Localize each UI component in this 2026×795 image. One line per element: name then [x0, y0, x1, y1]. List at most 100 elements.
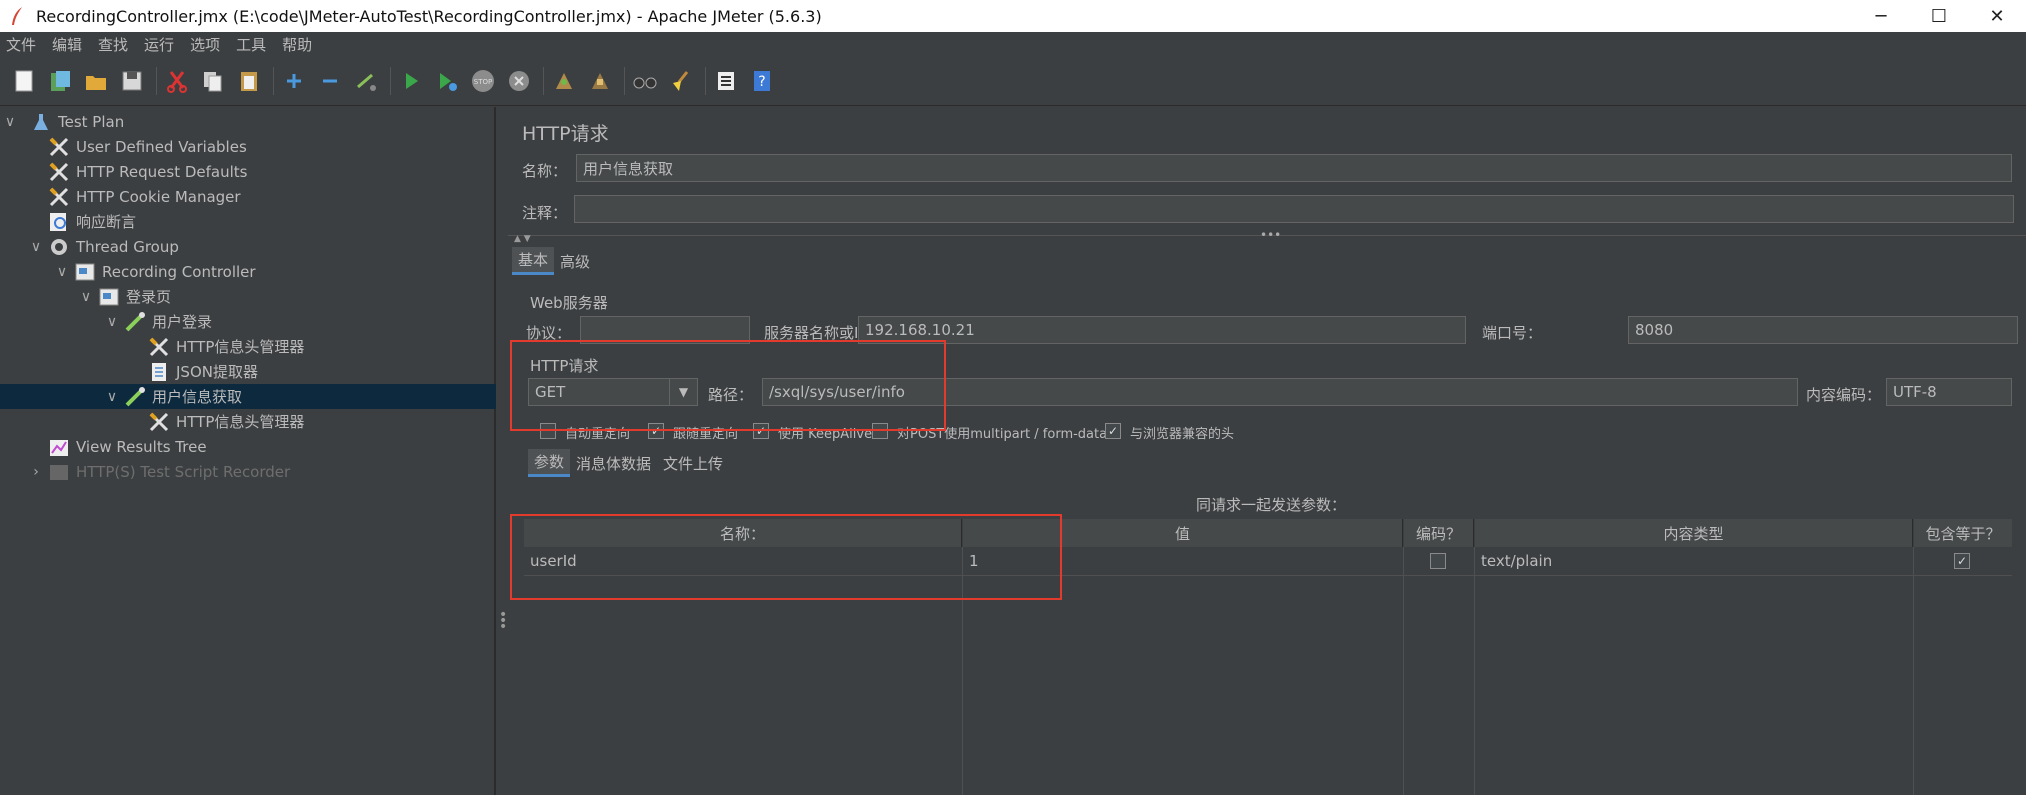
clear-icon[interactable]	[550, 67, 578, 95]
column-divider	[1474, 547, 1475, 795]
name-field[interactable]: 用户信息获取	[576, 154, 2012, 182]
tree-node-header-manager-1[interactable]: HTTP信息头管理器	[0, 334, 496, 359]
recorder-icon	[48, 461, 70, 483]
menu-run[interactable]: 运行	[144, 34, 174, 55]
stop-icon[interactable]: STOP	[469, 67, 497, 95]
cut-icon[interactable]	[163, 67, 191, 95]
controller-icon	[74, 261, 96, 283]
tree-node-user-defined-variables[interactable]: User Defined Variables	[0, 134, 496, 159]
search-binoculars-icon[interactable]	[631, 67, 659, 95]
page-title: HTTP请求	[522, 123, 609, 145]
paste-icon[interactable]	[235, 67, 263, 95]
shutdown-icon[interactable]	[505, 67, 533, 95]
editor-tabs: 基本 高级	[512, 247, 596, 275]
tree-node-label: HTTP Cookie Manager	[76, 187, 241, 206]
toolbar: STOP ?	[0, 56, 2026, 106]
start-icon[interactable]	[397, 67, 425, 95]
document-icon	[148, 361, 170, 383]
chevron-down-icon[interactable]: ∨	[104, 314, 120, 330]
column-header-content-type[interactable]: 内容类型	[1475, 519, 1913, 547]
minimize-button[interactable]: ─	[1852, 0, 1910, 32]
collapse-all-icon[interactable]	[316, 67, 344, 95]
svg-text:STOP: STOP	[474, 78, 492, 86]
tree-node-label: 响应断言	[76, 213, 137, 231]
tree-node-label: 用户登录	[152, 313, 213, 331]
tree-node-response-assertion[interactable]: 响应断言	[0, 209, 496, 234]
open-icon[interactable]	[82, 67, 110, 95]
tree-node-user-login[interactable]: ∨ 用户登录	[0, 309, 496, 334]
tree-node-test-plan[interactable]: ∨ Test Plan	[0, 109, 496, 134]
tree-node-view-results-tree[interactable]: View Results Tree	[0, 434, 496, 459]
chevron-down-icon[interactable]: ∨	[54, 264, 70, 280]
tree-node-json-extractor[interactable]: JSON提取器	[0, 359, 496, 384]
port-field[interactable]: 8080	[1628, 316, 2018, 344]
svg-text:?: ?	[758, 74, 765, 90]
save-icon[interactable]	[118, 67, 146, 95]
drag-handle-icon[interactable]: •••	[499, 608, 507, 634]
expand-all-icon[interactable]	[280, 67, 308, 95]
column-divider	[1913, 547, 1914, 795]
menu-search[interactable]: 查找	[98, 34, 128, 55]
config-tools-icon	[48, 161, 70, 183]
menu-edit[interactable]: 编辑	[52, 34, 82, 55]
column-divider	[1403, 547, 1404, 795]
tree-node-script-recorder[interactable]: › HTTP(S) Test Script Recorder	[0, 459, 496, 484]
param-content-type-cell[interactable]: text/plain	[1475, 548, 1913, 574]
chevron-down-icon[interactable]: ∨	[104, 389, 120, 405]
split-pane-divider[interactable]: • • •	[496, 107, 508, 795]
tab-basic[interactable]: 基本	[512, 247, 555, 275]
params-caption: 同请求一起发送参数：	[1196, 496, 1347, 514]
tab-file-upload[interactable]: 文件上传	[657, 449, 729, 477]
tree-node-login-page[interactable]: ∨ 登录页	[0, 284, 496, 309]
tab-advanced[interactable]: 高级	[554, 247, 596, 275]
chevron-down-icon[interactable]: ∨	[2, 114, 18, 130]
function-helper-icon[interactable]	[712, 67, 740, 95]
maximize-button[interactable]: ☐	[1910, 0, 1968, 32]
toolbar-separator	[705, 66, 706, 95]
close-button[interactable]: ✕	[1968, 0, 2026, 32]
config-tools-icon	[48, 136, 70, 158]
toolbar-separator	[543, 66, 544, 95]
tab-parameters[interactable]: 参数	[528, 449, 571, 477]
start-no-pauses-icon[interactable]	[433, 67, 461, 95]
content-encoding-field[interactable]: UTF-8	[1886, 378, 2012, 406]
tree-node-thread-group[interactable]: ∨ Thread Group	[0, 234, 496, 259]
help-icon[interactable]: ?	[748, 67, 776, 95]
menu-tools[interactable]: 工具	[236, 34, 266, 55]
tree-node-label: 用户信息获取	[152, 388, 243, 406]
browser-headers-checkbox[interactable]: ✓	[1105, 423, 1121, 439]
tree-node-label: JSON提取器	[176, 363, 258, 381]
column-header-include-equals[interactable]: 包含等于？	[1914, 519, 2012, 547]
new-icon[interactable]	[10, 67, 38, 95]
params-tabs: 参数 消息体数据 文件上传	[528, 449, 729, 477]
tree-node-header-manager-2[interactable]: HTTP信息头管理器	[0, 409, 496, 434]
tree-node-http-request-defaults[interactable]: HTTP Request Defaults	[0, 159, 496, 184]
tree-node-user-info-fetch[interactable]: ∨ 用户信息获取	[0, 384, 496, 409]
column-header-encode[interactable]: 编码？	[1404, 519, 1474, 547]
drag-handle-icon[interactable]: •••	[1260, 228, 1281, 242]
menu-options[interactable]: 选项	[190, 34, 220, 55]
param-encode-checkbox[interactable]	[1430, 553, 1446, 569]
collapse-divider[interactable]: ▲ ▼ •••	[508, 228, 2026, 244]
tree-node-label: Test Plan	[58, 112, 125, 131]
tab-body-data[interactable]: 消息体数据	[570, 449, 657, 477]
test-plan-tree: ∨ Test Plan User Defined Variables HTTP …	[0, 107, 496, 795]
comment-field[interactable]	[574, 195, 2014, 223]
tree-node-label: HTTP(S) Test Script Recorder	[76, 462, 291, 481]
menu-help[interactable]: 帮助	[282, 34, 312, 55]
server-ip-field[interactable]: 192.168.10.21	[858, 316, 1466, 344]
tree-node-recording-controller[interactable]: ∨ Recording Controller	[0, 259, 496, 284]
param-include-equals-checkbox[interactable]: ✓	[1954, 553, 1970, 569]
chevron-down-icon[interactable]: ∨	[28, 239, 44, 255]
reset-search-broom-icon[interactable]	[667, 67, 695, 95]
collapse-arrows-icon[interactable]: ▲ ▼	[514, 234, 531, 244]
templates-icon[interactable]	[46, 67, 74, 95]
toggle-icon[interactable]	[352, 67, 380, 95]
title-bar: RecordingController.jmx (E:\code\JMeter-…	[0, 0, 2026, 32]
chevron-right-icon[interactable]: ›	[28, 464, 44, 480]
chevron-down-icon[interactable]: ∨	[78, 289, 94, 305]
copy-icon[interactable]	[199, 67, 227, 95]
tree-node-http-cookie-manager[interactable]: HTTP Cookie Manager	[0, 184, 496, 209]
menu-file[interactable]: 文件	[6, 34, 36, 55]
clear-all-icon[interactable]	[586, 67, 614, 95]
